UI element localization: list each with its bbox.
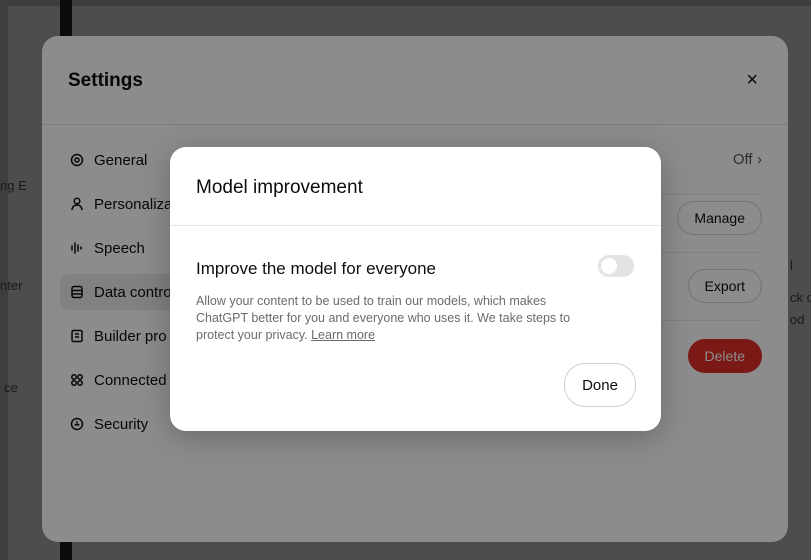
modal-title: Model improvement bbox=[196, 177, 363, 198]
preference-label: Improve the model for everyone bbox=[196, 259, 437, 278]
toggle-knob bbox=[601, 258, 617, 274]
done-button[interactable]: Done bbox=[564, 363, 636, 407]
preference-description: Allow your content to be used to train o… bbox=[196, 293, 576, 344]
description-text: Allow your content to be used to train o… bbox=[196, 294, 571, 342]
improve-model-toggle[interactable] bbox=[598, 255, 634, 277]
divider bbox=[170, 225, 661, 226]
model-improvement-dialog: Model improvement Improve the model for … bbox=[170, 147, 661, 431]
learn-more-link[interactable]: Learn more bbox=[311, 328, 375, 342]
